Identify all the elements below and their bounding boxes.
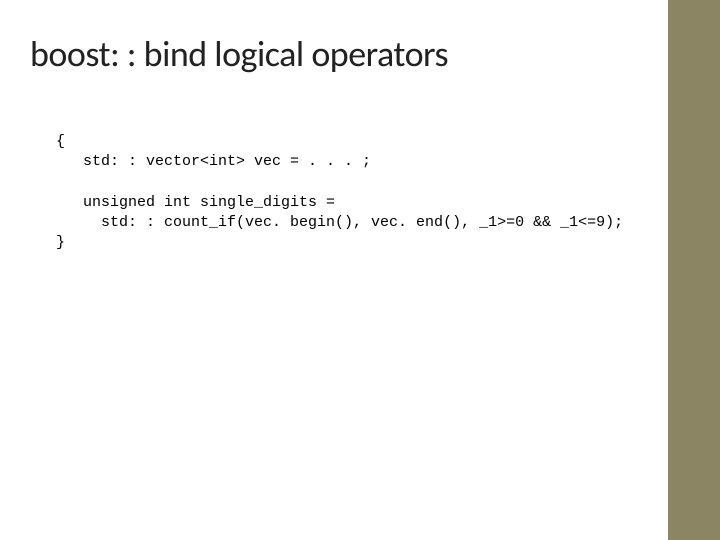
slide-title: boost: : bind logical operators	[30, 32, 600, 76]
slide-content: boost: : bind logical operators { std: :…	[0, 0, 660, 254]
sidebar-accent	[668, 0, 720, 540]
code-block: { std: : vector<int> vec = . . . ; unsig…	[30, 132, 600, 254]
